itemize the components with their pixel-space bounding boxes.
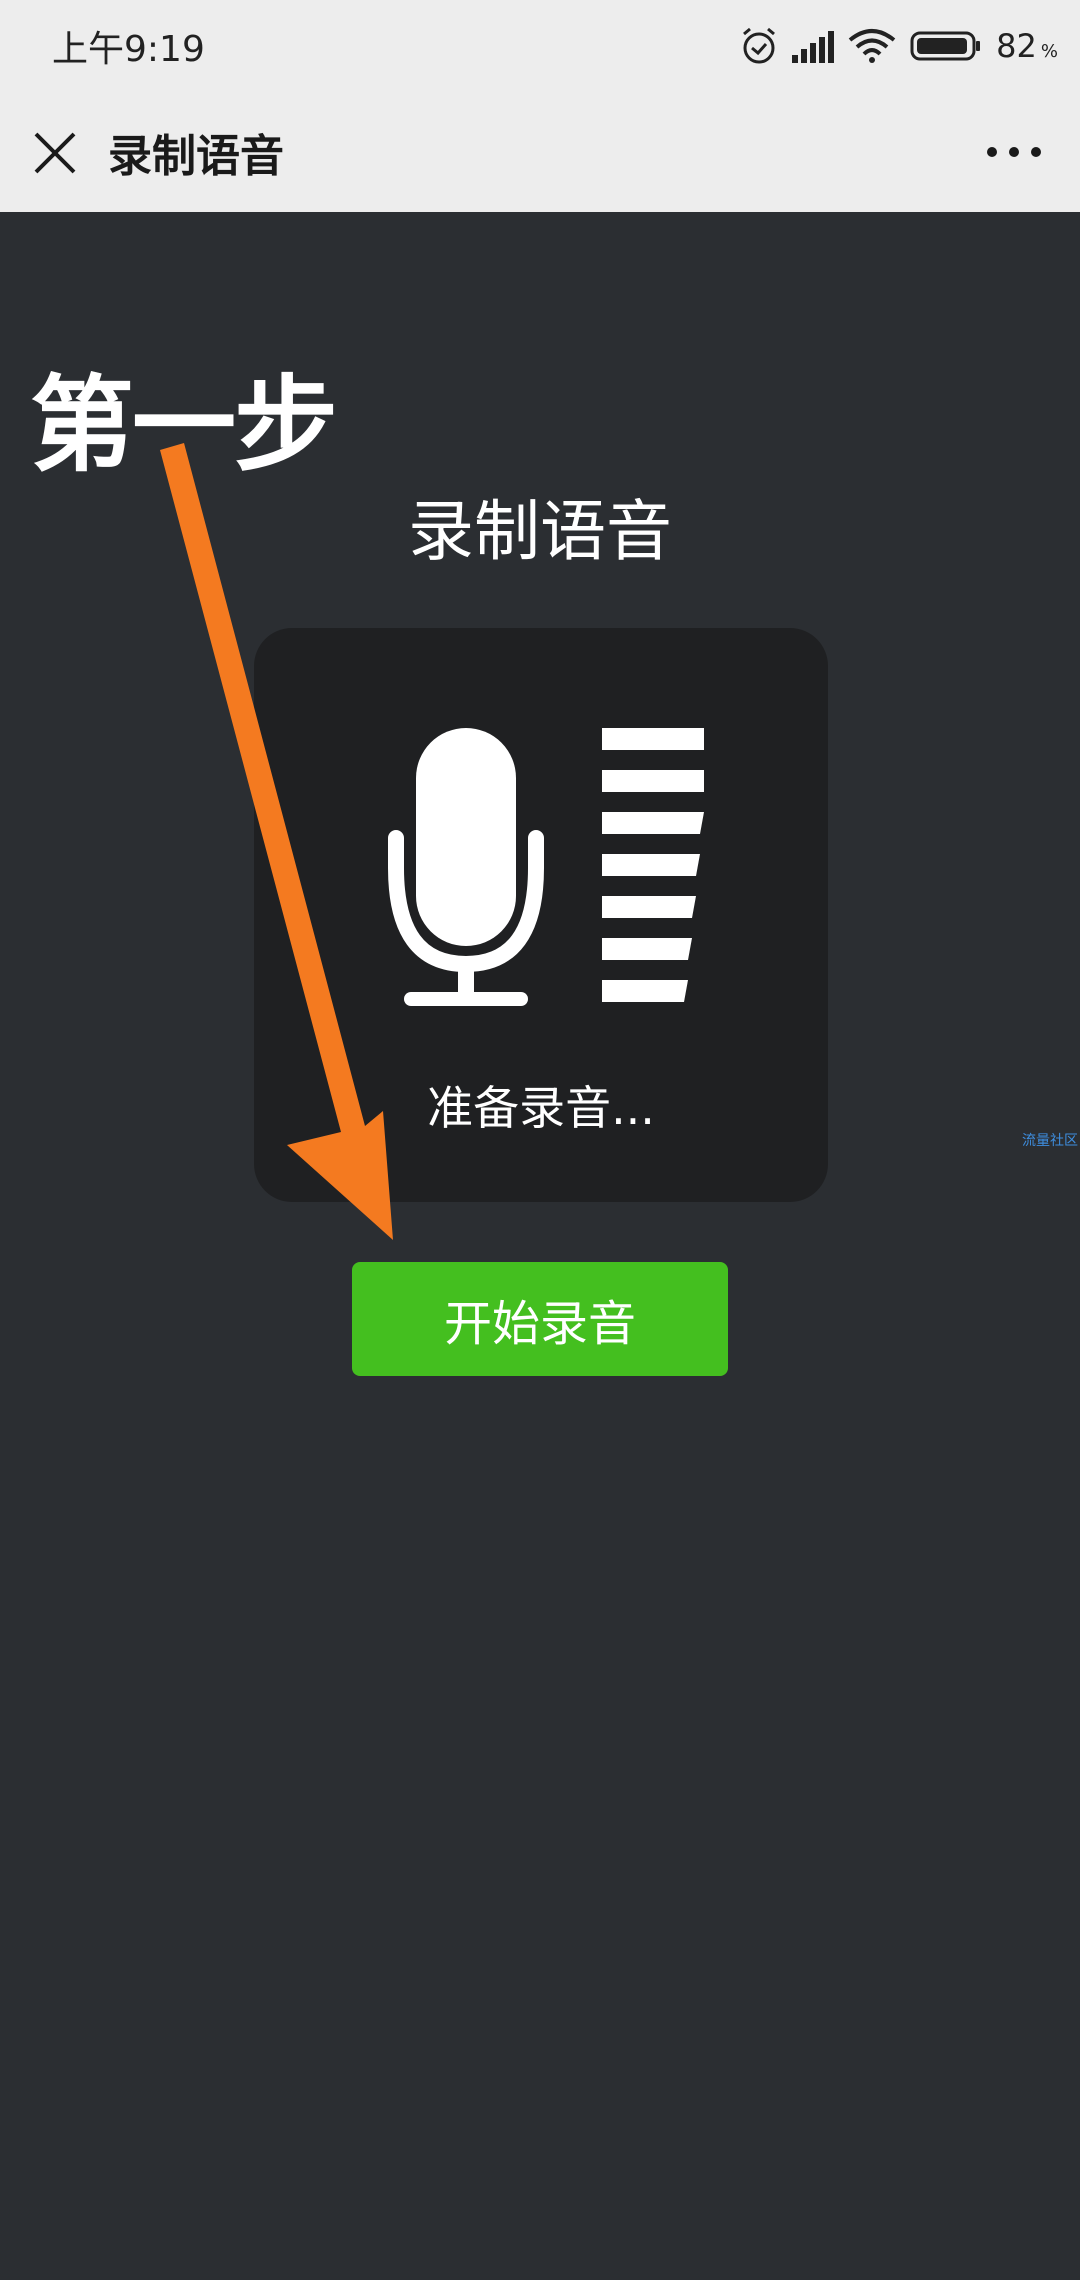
screen: 上午9:19 82 % 录制语音 录制语音 准备录音... 开始录音 流量社区 … [0,0,1080,2280]
signal-icon [792,31,835,63]
nav-bar: 录制语音 [0,92,1080,212]
recording-card: 准备录音... [254,628,828,1202]
alarm-icon [743,27,776,64]
step-annotation-label: 第一步 [30,364,338,486]
battery-level: 82 [996,27,1037,65]
start-recording-button[interactable]: 开始录音 [352,1262,728,1376]
watermark: 流量社区 [1022,1133,1078,1149]
microphone-icon [388,728,704,1006]
page-title: 录制语音 [408,493,672,570]
recording-status: 准备录音... [427,1081,655,1135]
status-icons: 82 % [740,22,1058,70]
status-bar: 上午9:19 82 % [0,0,1080,92]
status-time: 上午9:19 [52,29,205,70]
wifi-icon [848,29,896,63]
more-icon[interactable] [984,132,1044,172]
battery-unit: % [1040,40,1058,62]
close-icon[interactable] [30,122,80,182]
nav-title: 录制语音 [108,131,284,182]
battery-icon [910,31,981,61]
